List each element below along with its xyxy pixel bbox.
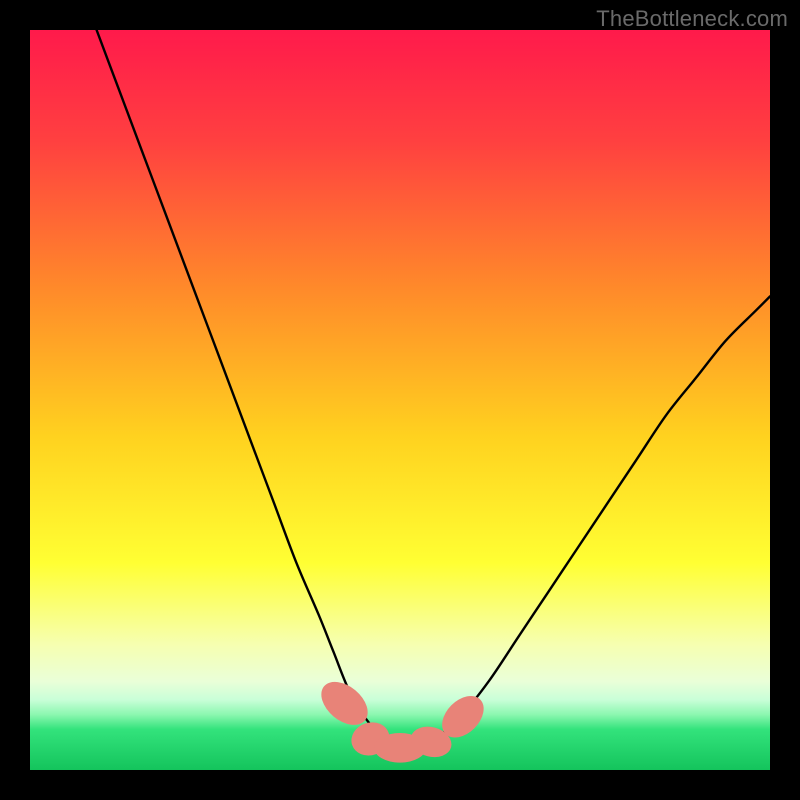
chart-svg — [30, 30, 770, 770]
gradient-background — [30, 30, 770, 770]
plot-area — [30, 30, 770, 770]
chart-stage: TheBottleneck.com — [0, 0, 800, 800]
watermark-text: TheBottleneck.com — [596, 6, 788, 32]
